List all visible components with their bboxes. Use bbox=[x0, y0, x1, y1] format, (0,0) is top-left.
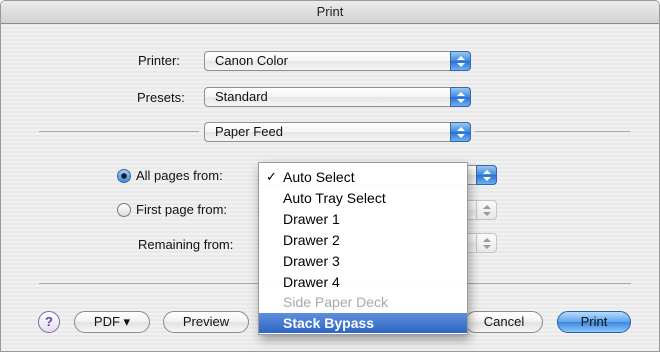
panel-popup[interactable]: Paper Feed bbox=[204, 122, 471, 142]
menu-item-stack-bypass[interactable]: Stack Bypass bbox=[259, 313, 467, 333]
window-title: Print bbox=[1, 1, 659, 24]
help-button[interactable]: ? bbox=[38, 311, 60, 333]
up-down-arrows-icon bbox=[450, 122, 471, 142]
menu-item-auto-select[interactable]: ✓ Auto Select bbox=[259, 167, 467, 187]
all-pages-label: All pages from: bbox=[136, 168, 223, 183]
print-button[interactable]: Print bbox=[557, 311, 631, 333]
up-down-arrows-icon bbox=[450, 51, 471, 71]
menu-item-drawer-3[interactable]: Drawer 3 bbox=[259, 251, 467, 271]
up-down-arrows-icon bbox=[476, 200, 497, 220]
menu-item-drawer-4[interactable]: Drawer 4 bbox=[259, 272, 467, 292]
preview-button[interactable]: Preview bbox=[163, 311, 249, 333]
pdf-button[interactable]: PDF ▾ bbox=[74, 311, 150, 333]
checkmark-icon: ✓ bbox=[266, 169, 277, 184]
printer-label: Printer: bbox=[138, 53, 180, 68]
separator-left bbox=[39, 131, 199, 132]
print-dialog: Print Printer: Canon Color Presets: Stan… bbox=[0, 0, 660, 352]
panel-popup-value: Paper Feed bbox=[215, 124, 283, 139]
printer-popup[interactable]: Canon Color bbox=[204, 51, 471, 71]
menu-item-auto-tray-select[interactable]: Auto Tray Select bbox=[259, 188, 467, 208]
up-down-arrows-icon bbox=[450, 87, 471, 107]
printer-popup-value: Canon Color bbox=[215, 53, 288, 68]
up-down-arrows-icon bbox=[476, 233, 497, 253]
tray-menu: ✓ Auto Select Auto Tray Select Drawer 1 … bbox=[258, 162, 468, 335]
cancel-button[interactable]: Cancel bbox=[465, 311, 543, 333]
remaining-label: Remaining from: bbox=[138, 237, 234, 252]
separator-right bbox=[475, 131, 630, 132]
menu-item-side-paper-deck: Side Paper Deck bbox=[283, 294, 389, 310]
presets-popup[interactable]: Standard bbox=[204, 87, 471, 107]
first-page-label: First page from: bbox=[136, 202, 228, 217]
first-page-radio[interactable] bbox=[117, 203, 131, 217]
presets-label: Presets: bbox=[137, 90, 185, 105]
up-down-arrows-icon bbox=[476, 165, 497, 185]
menu-item-drawer-2[interactable]: Drawer 2 bbox=[259, 230, 467, 250]
presets-popup-value: Standard bbox=[215, 89, 268, 104]
all-pages-radio[interactable] bbox=[117, 169, 131, 183]
menu-item-drawer-1[interactable]: Drawer 1 bbox=[259, 209, 467, 229]
